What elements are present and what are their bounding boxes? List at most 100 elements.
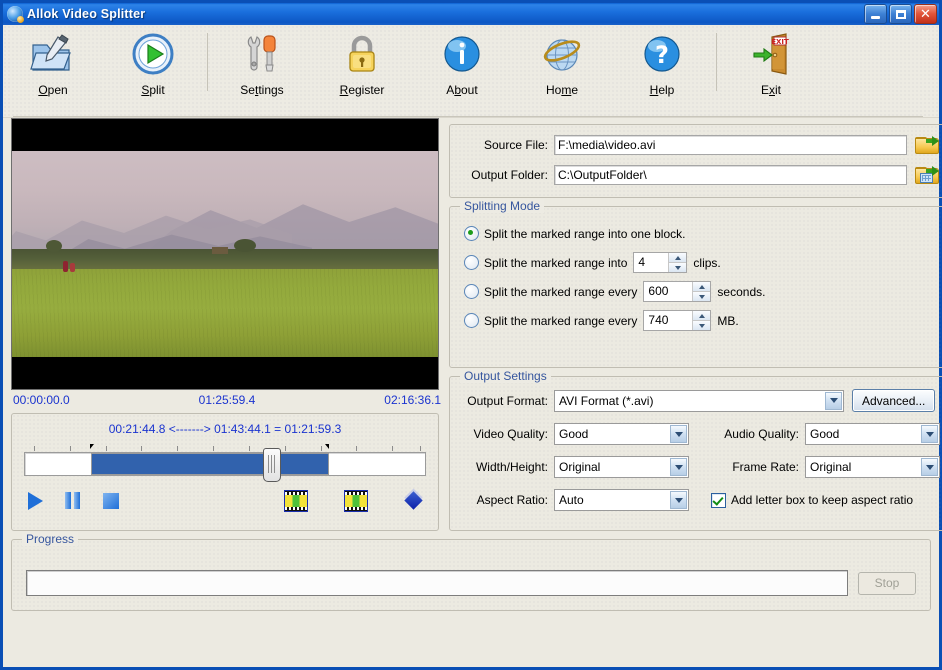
- clips-spinner-arrows[interactable]: [668, 253, 686, 272]
- selection-highlight: [91, 453, 329, 475]
- info-icon: [437, 31, 487, 79]
- time-ruler: 00:00:00.0 01:25:59.4 02:16:36.1: [11, 390, 443, 407]
- split-option-one-block[interactable]: Split the marked range into one block.: [464, 219, 940, 248]
- trackbar-panel: 00:21:44.8 <-------> 01:43:44.1 = 01:21:…: [11, 413, 439, 531]
- window-title: Allok Video Splitter: [27, 7, 864, 21]
- radio-mb[interactable]: [464, 313, 479, 328]
- toolbar-open-button[interactable]: Open: [3, 31, 103, 97]
- output-folder-input[interactable]: [554, 165, 907, 185]
- toolbar-split-button[interactable]: Split: [103, 31, 203, 97]
- aspect-ratio-value: Auto: [559, 493, 584, 507]
- split-option-mb[interactable]: Split the marked range every 740 MB.: [464, 306, 940, 335]
- open-folder-icon: [28, 31, 78, 79]
- audio-quality-select[interactable]: Good: [805, 423, 940, 445]
- frame-rate-value: Original: [810, 460, 851, 474]
- seconds-spin-up[interactable]: [693, 282, 710, 292]
- play-button[interactable]: [24, 490, 48, 512]
- settings-column: Source File: Output Folder:: [449, 118, 942, 531]
- hut: [212, 247, 228, 254]
- source-file-input[interactable]: [554, 135, 907, 155]
- letterbox-checkbox-row[interactable]: Add letter box to keep aspect ratio: [711, 493, 913, 508]
- chevron-down-icon[interactable]: [670, 425, 687, 443]
- output-format-label: Output Format:: [460, 394, 554, 408]
- minimize-button[interactable]: [864, 4, 887, 24]
- split-option-seconds-suffix: seconds.: [717, 285, 765, 299]
- add-segment-button[interactable]: [404, 491, 424, 511]
- chevron-down-icon[interactable]: [921, 425, 938, 443]
- video-quality-select[interactable]: Good: [554, 423, 689, 445]
- toolbar-exit-button[interactable]: EXIT Exit: [721, 31, 821, 97]
- stop-button-progress[interactable]: Stop: [858, 572, 916, 595]
- clips-value: 4: [634, 253, 668, 272]
- advanced-button[interactable]: Advanced...: [852, 389, 935, 412]
- browse-output-icon[interactable]: [914, 164, 940, 186]
- split-option-mb-suffix: MB.: [717, 314, 738, 328]
- mb-spinner[interactable]: 740: [643, 310, 711, 331]
- toolbar-about-button[interactable]: About: [412, 31, 512, 97]
- mb-spin-up[interactable]: [693, 311, 710, 321]
- frame-rate-label: Frame Rate:: [689, 460, 805, 474]
- toolbar-home-button[interactable]: Home: [512, 31, 612, 97]
- splitting-mode-legend: Splitting Mode: [460, 199, 544, 213]
- toolbar-home-label: Home: [546, 83, 578, 97]
- seconds-value: 600: [644, 282, 692, 301]
- set-start-marker-button[interactable]: [284, 490, 308, 512]
- toolbar-register-label: Register: [340, 83, 385, 97]
- width-height-label: Width/Height:: [460, 460, 554, 474]
- toolbar-register-button[interactable]: Register: [312, 31, 412, 97]
- aspect-ratio-select[interactable]: Auto: [554, 489, 689, 511]
- output-folder-row: Output Folder:: [450, 164, 940, 186]
- seconds-spinner-arrows[interactable]: [692, 282, 710, 301]
- split-option-clips[interactable]: Split the marked range into 4 clips.: [464, 248, 940, 277]
- output-format-value: AVI Format (*.avi): [559, 394, 653, 408]
- set-end-marker-button[interactable]: [344, 490, 368, 512]
- preview-column: 00:00:00.0 01:25:59.4 02:16:36.1 00:21:4…: [11, 118, 441, 531]
- clips-spin-down[interactable]: [669, 263, 686, 272]
- padlock-icon: [337, 31, 387, 79]
- mb-spin-down[interactable]: [693, 321, 710, 330]
- chevron-down-icon[interactable]: [670, 491, 687, 509]
- farmers: [63, 261, 79, 273]
- chevron-down-icon[interactable]: [921, 458, 938, 476]
- window-controls: ✕: [864, 4, 937, 24]
- toolbar-settings-button[interactable]: Settings: [212, 31, 312, 97]
- audio-quality-value: Good: [810, 427, 839, 441]
- output-format-row: Output Format: AVI Format (*.avi) Advanc…: [460, 389, 940, 412]
- browse-source-icon[interactable]: [914, 134, 940, 156]
- toolbar-help-button[interactable]: ? Help: [612, 31, 712, 97]
- split-option-clips-suffix: clips.: [693, 256, 720, 270]
- play-split-icon: [128, 31, 178, 79]
- split-option-seconds[interactable]: Split the marked range every 600 seconds…: [464, 277, 940, 306]
- clips-spin-up[interactable]: [669, 253, 686, 263]
- rice-field: [12, 269, 438, 357]
- letterbox-checkbox[interactable]: [711, 493, 726, 508]
- chevron-down-icon[interactable]: [825, 392, 842, 410]
- video-quality-label: Video Quality:: [460, 427, 554, 441]
- pause-button[interactable]: [62, 490, 86, 512]
- video-frame-image: [12, 151, 438, 357]
- maximize-button[interactable]: [889, 4, 912, 24]
- wrench-screwdriver-icon: [237, 31, 287, 79]
- frame-rate-select[interactable]: Original: [805, 456, 940, 478]
- slider-thumb[interactable]: [263, 448, 281, 482]
- seconds-spin-down[interactable]: [693, 292, 710, 301]
- clips-spinner[interactable]: 4: [633, 252, 687, 273]
- exit-door-icon: EXIT: [746, 31, 796, 79]
- output-format-select[interactable]: AVI Format (*.avi): [554, 390, 844, 412]
- timeline-slider[interactable]: [24, 452, 426, 476]
- time-current-label: 01:25:59.4: [199, 393, 256, 407]
- radio-clips[interactable]: [464, 255, 479, 270]
- seconds-spinner[interactable]: 600: [643, 281, 711, 302]
- chevron-down-icon[interactable]: [670, 458, 687, 476]
- playback-controls: [24, 488, 426, 514]
- close-button[interactable]: ✕: [914, 4, 937, 24]
- width-height-select[interactable]: Original: [554, 456, 689, 478]
- stop-button[interactable]: [100, 490, 124, 512]
- radio-one-block[interactable]: [464, 226, 479, 241]
- width-height-value: Original: [559, 460, 600, 474]
- radio-seconds[interactable]: [464, 284, 479, 299]
- main-toolbar: Open Split: [3, 25, 939, 118]
- time-end-label: 02:16:36.1: [384, 393, 441, 407]
- mb-spinner-arrows[interactable]: [692, 311, 710, 330]
- video-preview[interactable]: [11, 118, 439, 390]
